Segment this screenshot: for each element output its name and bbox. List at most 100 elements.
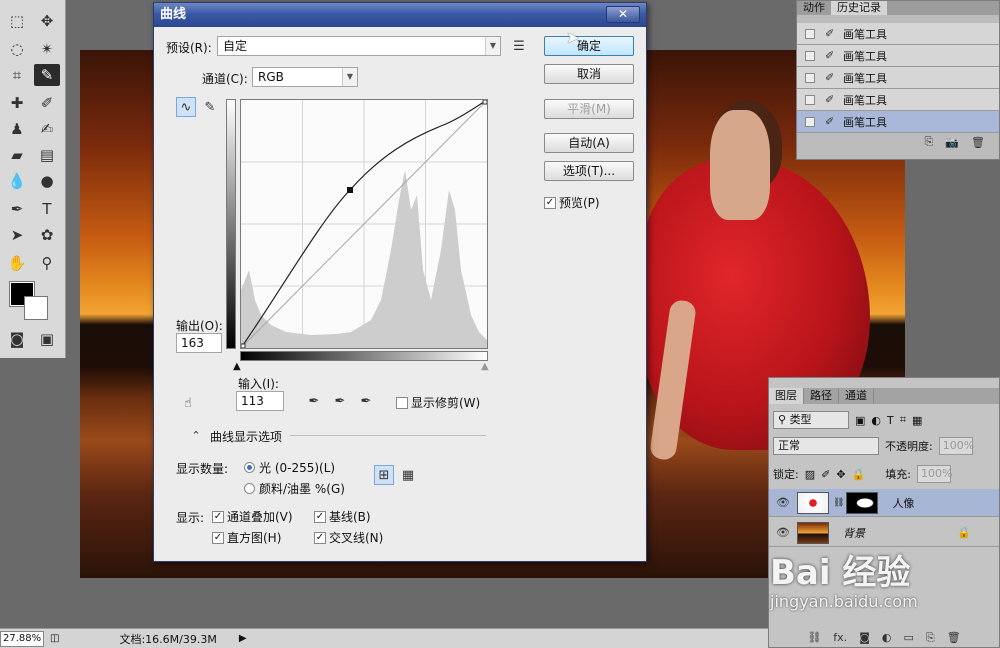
- shape-icon[interactable]: ✿: [34, 224, 60, 246]
- cancel-button[interactable]: 取消: [544, 64, 634, 84]
- fx-icon[interactable]: fx.: [833, 631, 847, 647]
- status-menu-icon[interactable]: ◫: [50, 633, 59, 644]
- type-icon[interactable]: T: [34, 198, 60, 220]
- display-options-title[interactable]: 曲线显示选项: [210, 428, 282, 445]
- options-button[interactable]: 选项(T)...: [544, 161, 634, 181]
- new-doc-from-state-icon[interactable]: ⎘: [925, 135, 934, 149]
- smooth-button[interactable]: 平滑(M): [544, 99, 634, 119]
- curve-endpoint-top[interactable]: [482, 99, 488, 105]
- tab-actions[interactable]: 动作: [797, 1, 831, 15]
- dodge-icon[interactable]: ●: [34, 170, 60, 192]
- history-item[interactable]: ✐ 画笔工具: [797, 45, 999, 67]
- input-field[interactable]: 113: [236, 391, 284, 411]
- preview-checkbox[interactable]: ✓ 预览(P): [544, 194, 600, 211]
- snapshot-checkbox[interactable]: [805, 94, 815, 105]
- fill-input[interactable]: 100%: [916, 465, 952, 483]
- layer-row-portrait[interactable]: 👁 ⛓ 人像: [769, 489, 999, 517]
- curve-point-tool-icon[interactable]: ∿: [176, 97, 196, 117]
- zoom-level[interactable]: 27.88%: [0, 630, 44, 647]
- lock-paint-icon[interactable]: ✐: [821, 468, 830, 481]
- group-icon[interactable]: ▭: [903, 631, 913, 647]
- black-slider-icon[interactable]: ▲: [233, 361, 241, 372]
- snapshot-camera-icon[interactable]: 📷: [945, 136, 959, 149]
- filter-shape-icon[interactable]: ⌗: [900, 413, 906, 427]
- histogram-checkbox[interactable]: ✓ 直方图(H): [212, 529, 281, 546]
- curve-control-point[interactable]: [347, 187, 353, 193]
- checkbox-box[interactable]: ✓: [212, 510, 224, 523]
- eye-icon[interactable]: 👁: [769, 526, 797, 539]
- baseline-checkbox[interactable]: ✓ 基线(B): [314, 508, 371, 525]
- snapshot-checkbox[interactable]: [805, 50, 815, 61]
- checkbox-box[interactable]: [396, 396, 408, 409]
- channel-overlay-checkbox[interactable]: ✓ 通道叠加(V): [212, 508, 293, 525]
- blur-icon[interactable]: 💧: [4, 170, 30, 192]
- target-adjust-hand-icon[interactable]: ☝: [178, 393, 198, 413]
- path-select-icon[interactable]: ➤: [4, 224, 30, 246]
- checkbox-box[interactable]: ✓: [544, 196, 556, 209]
- magic-wand-icon[interactable]: ✴: [34, 38, 60, 60]
- lasso-icon[interactable]: ◌: [4, 38, 30, 60]
- black-eyedropper-icon[interactable]: ✒: [304, 391, 324, 411]
- intersection-checkbox[interactable]: ✓ 交叉线(N): [314, 529, 383, 546]
- chevron-up-icon[interactable]: ⌃: [186, 425, 206, 445]
- lock-move-icon[interactable]: ✥: [836, 468, 845, 481]
- background-color-swatch[interactable]: [24, 296, 48, 320]
- brush-icon[interactable]: ✐: [34, 92, 60, 114]
- healing-icon[interactable]: ✚: [4, 92, 30, 114]
- gradient-icon[interactable]: ▤: [34, 144, 60, 166]
- close-button[interactable]: ✕: [606, 6, 640, 23]
- history-brush-icon[interactable]: ✍: [34, 118, 60, 140]
- crop-icon[interactable]: ⌗: [4, 64, 30, 86]
- trash-icon[interactable]: 🗑: [971, 136, 985, 149]
- screen-mode-icon[interactable]: ▣: [34, 328, 60, 350]
- eraser-icon[interactable]: ▰: [4, 144, 30, 166]
- filter-adjust-icon[interactable]: ◐: [871, 414, 881, 427]
- snapshot-checkbox[interactable]: [805, 28, 815, 39]
- lock-transparent-icon[interactable]: ▨: [805, 468, 815, 481]
- checkbox-box[interactable]: ✓: [212, 531, 224, 544]
- simple-grid-icon[interactable]: ⊞: [374, 465, 394, 485]
- history-item[interactable]: ✐ 画笔工具: [797, 111, 999, 133]
- marquee-icon[interactable]: ⬚: [4, 10, 30, 32]
- move-icon[interactable]: ✥: [34, 10, 60, 32]
- snapshot-checkbox[interactable]: [805, 116, 815, 127]
- channel-select[interactable]: RGB ▼: [252, 67, 358, 87]
- new-layer-icon[interactable]: ⎘: [926, 631, 935, 647]
- status-arrow-icon[interactable]: ▶: [239, 633, 247, 644]
- history-item[interactable]: ✐ 画笔工具: [797, 67, 999, 89]
- gray-eyedropper-icon[interactable]: ✒: [330, 391, 350, 411]
- radio-dot[interactable]: [244, 462, 255, 473]
- layer-row-background[interactable]: 👁 背景 🔒: [769, 519, 999, 547]
- pigment-radio[interactable]: 颜料/油墨 %(G): [244, 480, 345, 497]
- quick-mask-icon[interactable]: ◙: [4, 328, 30, 350]
- pen-icon[interactable]: ✒: [4, 198, 30, 220]
- eyedropper-icon[interactable]: ✎: [34, 64, 60, 86]
- checkbox-box[interactable]: ✓: [314, 531, 326, 544]
- checkbox-box[interactable]: ✓: [314, 510, 326, 523]
- auto-button[interactable]: 自动(A): [544, 133, 634, 153]
- history-item[interactable]: ✐ 画笔工具: [797, 89, 999, 111]
- eye-icon[interactable]: 👁: [769, 496, 797, 509]
- stamp-icon[interactable]: ♟: [4, 118, 30, 140]
- white-eyedropper-icon[interactable]: ✒: [356, 391, 376, 411]
- pencil-draw-icon[interactable]: ✎: [200, 97, 220, 117]
- ok-button[interactable]: 确定: [544, 36, 634, 56]
- curves-graph[interactable]: [240, 99, 488, 349]
- light-radio[interactable]: 光 (0-255)(L): [244, 459, 335, 476]
- filter-image-icon[interactable]: ▣: [855, 414, 865, 427]
- zoom-icon[interactable]: ⚲: [34, 252, 60, 274]
- detailed-grid-icon[interactable]: ▦: [398, 465, 418, 485]
- white-slider-icon[interactable]: ▲: [481, 361, 489, 372]
- trash-icon[interactable]: 🗑: [947, 631, 961, 647]
- blend-mode-select[interactable]: 正常: [773, 437, 879, 455]
- add-mask-icon[interactable]: ◙: [859, 631, 870, 647]
- tab-layers[interactable]: 图层: [769, 388, 804, 404]
- show-clipping-checkbox[interactable]: 显示修剪(W): [396, 394, 480, 411]
- tab-channels[interactable]: 通道: [839, 388, 874, 404]
- opacity-input[interactable]: 100%: [938, 437, 974, 455]
- filter-smart-icon[interactable]: ▦: [912, 414, 922, 427]
- curve-endpoint-bottom[interactable]: [240, 343, 246, 349]
- tab-history[interactable]: 历史记录: [831, 1, 887, 15]
- layer-filter-select[interactable]: ⚲ 类型: [773, 411, 849, 429]
- hand-icon[interactable]: ✋: [4, 252, 30, 274]
